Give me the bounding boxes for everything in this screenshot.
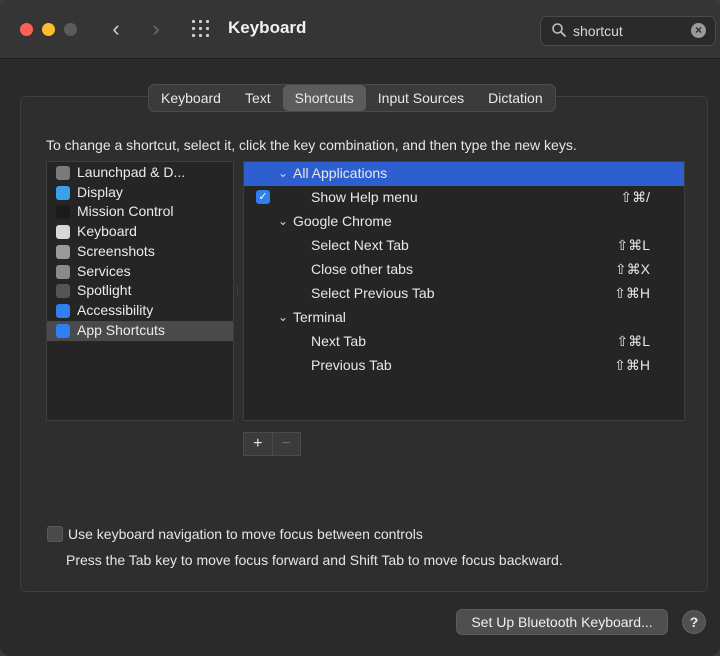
shortcut-group-label: Google Chrome [293,213,392,229]
shortcut-row[interactable]: Previous Tab ⇧⌘H [244,354,684,378]
clear-search-icon[interactable]: × [691,23,706,38]
shortcut-row[interactable]: Close other tabs ⇧⌘X [244,258,684,282]
shortcut-keys[interactable]: ⇧⌘H [614,285,650,302]
shortcuts-list: ⌄ All Applications ✓ Show Help menu ⇧⌘/ ⌄ Goog… [243,161,685,421]
sidebar-item-app-shortcuts[interactable]: App Shortcuts [47,320,233,341]
shortcut-label: Close other tabs [311,261,413,277]
accessibility-icon [56,303,70,318]
sidebar-item-label: Spotlight [77,282,132,299]
sidebar-item-spotlight[interactable]: Spotlight [47,281,233,301]
keyboard-preferences-window: ‹ › Keyboard shortcut × Keyboard Text Shor… [0,0,720,656]
screenshots-icon [56,244,70,259]
sidebar-item-label: Mission Control [77,203,174,220]
shortcut-group-row[interactable]: ⌄ All Applications [244,162,684,186]
sidebar-item-screenshots[interactable]: Screenshots [47,242,233,262]
app-shortcuts-icon [56,323,70,338]
help-button[interactable]: ? [682,610,706,634]
tab-dictation[interactable]: Dictation [476,85,554,111]
sidebar-item-launchpad-d[interactable]: Launchpad & D... [47,163,233,183]
add-shortcut-button[interactable]: + [243,432,273,456]
sidebar-item-label: Accessibility [77,301,154,318]
sidebar-item-accessibility[interactable]: Accessibility [47,301,233,321]
search-input[interactable]: shortcut [573,23,623,39]
back-button[interactable]: ‹ [104,15,128,43]
display-icon [56,185,70,200]
shortcut-keys[interactable]: ⇧⌘X [615,261,650,278]
shortcut-keys[interactable]: ⇧⌘L [616,237,650,254]
close-window-button[interactable] [20,23,33,36]
shortcut-row[interactable]: Select Next Tab ⇧⌘L [244,234,684,258]
shortcut-keys[interactable]: ⇧⌘/ [620,189,650,206]
shortcut-keys[interactable]: ⇧⌘L [616,333,650,350]
chevron-down-icon[interactable]: ⌄ [278,214,288,228]
sidebar-item-label: Launchpad & D... [77,164,186,180]
setup-bluetooth-keyboard-button[interactable]: Set Up Bluetooth Keyboard... [456,609,668,635]
shortcut-row[interactable]: Select Previous Tab ⇧⌘H [244,282,684,306]
split-handle-icon[interactable]: ⁞ [236,286,239,297]
keyboard-navigation-checkbox[interactable] [47,526,63,542]
shortcut-enabled-checkbox[interactable]: ✓ [256,190,270,204]
sidebar-item-keyboard[interactable]: Keyboard [47,222,233,242]
title-bar: ‹ › Keyboard shortcut × [0,0,720,59]
chevron-down-icon[interactable]: ⌄ [278,310,288,324]
sidebar-item-label: Screenshots [77,242,155,259]
tab-shortcuts[interactable]: Shortcuts [282,85,366,111]
sidebar-item-label: Keyboard [77,223,137,240]
launchpad-icon [56,166,70,180]
keyboard-icon [56,225,70,240]
sidebar-item-label: Services [77,262,131,279]
sidebar-item-label: Display [77,183,123,200]
shortcut-categories-list: Launchpad & D... Display Mission Control Ke… [46,161,234,421]
tab-input-sources[interactable]: Input Sources [366,85,476,111]
sidebar-item-label: App Shortcuts [77,321,165,338]
shortcut-label: Select Previous Tab [311,285,435,301]
sidebar-item-display[interactable]: Display [47,183,233,203]
search-icon [552,23,566,37]
shortcut-label: Previous Tab [311,357,392,373]
zoom-window-button[interactable] [64,23,77,36]
add-remove-controls: + − [243,432,301,456]
remove-shortcut-button[interactable]: − [272,432,301,456]
keyboard-navigation-help-text: Press the Tab key to move focus forward … [66,552,563,568]
shortcut-row[interactable]: Next Tab ⇧⌘L [244,330,684,354]
sidebar-item-mission-control[interactable]: Mission Control [47,202,233,222]
instruction-text: To change a shortcut, select it, click t… [46,137,577,153]
sidebar-item-services[interactable]: Services [47,262,233,282]
tab-bar: Keyboard Text Shortcuts Input Sources Dictat… [148,84,556,112]
shortcut-label: Show Help menu [311,189,418,205]
show-all-grid-icon[interactable] [192,20,212,38]
forward-button[interactable]: › [144,15,168,43]
chevron-down-icon[interactable]: ⌄ [278,166,288,180]
mission-control-icon [56,205,70,220]
shortcut-group-row[interactable]: ⌄ Google Chrome [244,210,684,234]
minimize-window-button[interactable] [42,23,55,36]
keyboard-navigation-label[interactable]: Use keyboard navigation to move focus be… [68,526,423,542]
shortcut-label: Next Tab [311,333,366,349]
shortcut-group-label: All Applications [293,165,388,181]
shortcut-label: Select Next Tab [311,237,409,253]
search-field[interactable]: shortcut × [540,16,716,46]
tab-text[interactable]: Text [233,85,283,111]
window-title: Keyboard [228,18,307,37]
spotlight-icon [56,284,70,299]
shortcut-group-row[interactable]: ⌄ Terminal [244,306,684,330]
shortcut-group-label: Terminal [293,309,346,325]
shortcut-row[interactable]: ✓ Show Help menu ⇧⌘/ [244,186,684,210]
shortcut-keys[interactable]: ⇧⌘H [614,357,650,374]
tab-keyboard[interactable]: Keyboard [149,85,233,111]
services-icon [56,264,70,279]
